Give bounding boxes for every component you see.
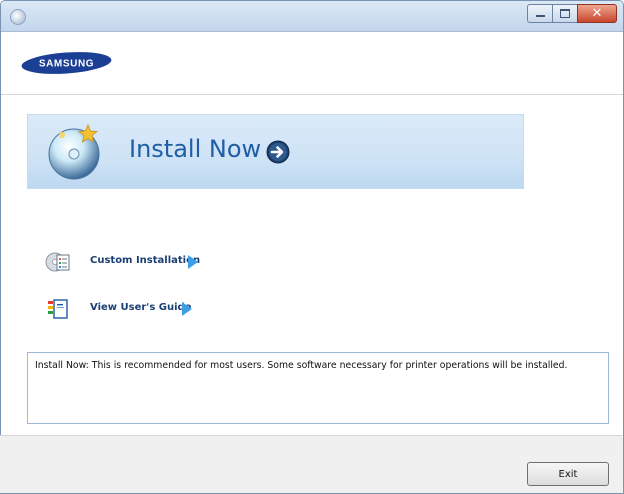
title-bar[interactable]: ✕ [1, 1, 623, 32]
samsung-logo: SAMSUNG [21, 52, 112, 74]
custom-installation-option[interactable]: Custom Installation [45, 250, 215, 274]
maximize-icon [560, 9, 570, 18]
user-guide-icon [48, 299, 68, 319]
arrow-right-icon[interactable] [266, 140, 290, 164]
install-now-button[interactable]: Install Now [27, 114, 524, 189]
exit-button[interactable]: Exit [527, 462, 609, 486]
app-icon [10, 9, 26, 25]
view-user-guide-option[interactable]: View User's Guide [45, 297, 200, 321]
view-user-guide-label: View User's Guide [90, 302, 192, 313]
custom-install-icon [45, 252, 70, 272]
install-disc-icon [48, 123, 100, 180]
window-controls: ✕ [527, 4, 617, 23]
close-button[interactable]: ✕ [577, 4, 617, 23]
svg-text:SAMSUNG: SAMSUNG [39, 59, 94, 70]
maximize-button[interactable] [552, 4, 578, 23]
minimize-icon [535, 15, 545, 17]
description-box: Install Now: This is recommended for mos… [27, 352, 609, 424]
close-icon: ✕ [591, 6, 603, 21]
view-user-guide-arrow-icon [182, 302, 192, 316]
custom-installation-arrow-icon [188, 255, 198, 269]
minimize-button[interactable] [527, 4, 553, 23]
custom-installation-label: Custom Installation [90, 255, 201, 266]
install-now-label: Install Now [129, 135, 262, 163]
